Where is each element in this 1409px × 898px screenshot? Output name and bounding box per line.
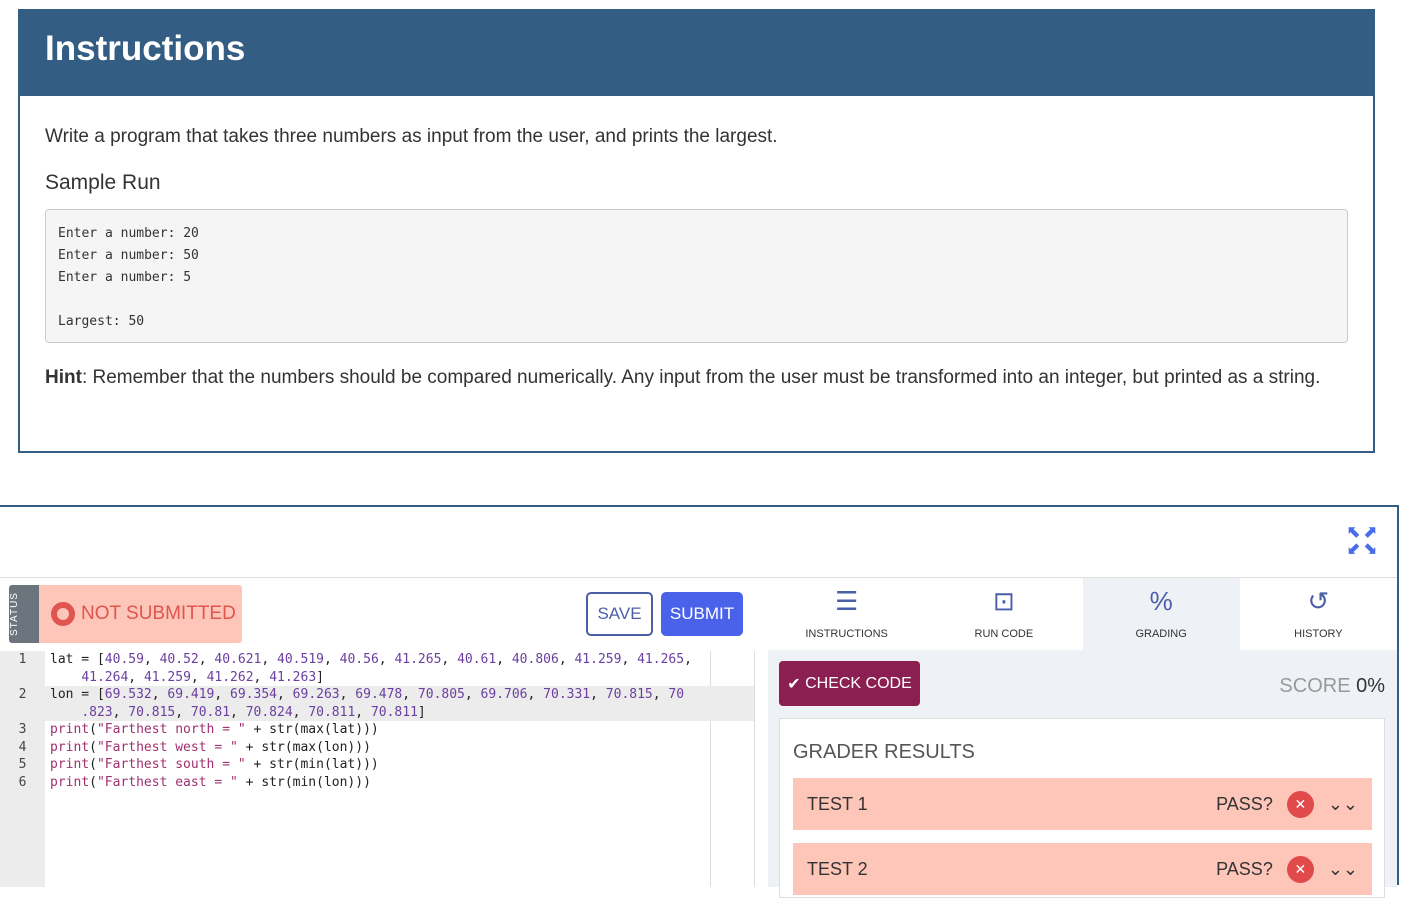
code-line[interactable]: 1 lat = [40.59, 40.52, 40.621, 40.519, 40…: [0, 651, 754, 686]
sample-run-output: Enter a number: 20 Enter a number: 50 En…: [45, 209, 1348, 343]
test-name: TEST 1: [807, 793, 868, 814]
status-badge: STATUS NOT SUBMITTED: [9, 585, 242, 643]
line-number: 6: [18, 774, 27, 790]
line-number: 1: [18, 652, 27, 667]
chevron-down-icon[interactable]: ⌄⌄: [1328, 859, 1358, 880]
history-icon: ↺: [1307, 586, 1330, 616]
hint-label: Hint: [45, 367, 82, 388]
score-label: SCORE: [1279, 675, 1351, 697]
grading-panel: ✔ CHECK CODE SCORE 0% GRADER RESULTS TES…: [768, 650, 1397, 898]
tab-label: GRADING: [1135, 628, 1187, 640]
instructions-panel: Instructions Write a program that takes …: [18, 9, 1375, 453]
code-line[interactable]: 4 print("Farthest west = " + str(max(lon)…: [0, 739, 754, 757]
tab-label: RUN CODE: [974, 628, 1034, 640]
code-line[interactable]: 3 print("Farthest north = " + str(max(lat…: [0, 721, 754, 739]
tab-grading[interactable]: % GRADING: [1082, 578, 1240, 650]
hint: Hint: Remember that the numbers should b…: [45, 361, 1335, 394]
tab-label: HISTORY: [1294, 628, 1343, 640]
check-icon: ✔: [787, 675, 806, 693]
status-circle-icon: [51, 602, 75, 626]
test-name: TEST 2: [807, 858, 868, 879]
tab-history[interactable]: ↺ HISTORY: [1240, 578, 1397, 650]
fail-icon: ✕: [1286, 855, 1314, 883]
terminal-icon: ⊡: [992, 586, 1015, 616]
side-tabs: ☰ INSTRUCTIONS ⊡ RUN CODE % GRADING ↺ HISTOR…: [768, 578, 1397, 650]
line-number: 4: [18, 739, 27, 755]
test-row[interactable]: TEST 1 PASS? ✕ ⌄⌄: [793, 778, 1372, 830]
pass-label: PASS?: [1216, 858, 1273, 879]
test-row[interactable]: TEST 2 PASS? ✕ ⌄⌄: [793, 843, 1372, 895]
hint-text: : Remember that the numbers should be co…: [81, 367, 1321, 388]
check-code-label: CHECK CODE: [805, 674, 912, 692]
grader-results: GRADER RESULTS TEST 1 PASS? ✕ ⌄⌄ TEST 2 PASS…: [779, 718, 1385, 898]
ide-topbar: ⬉ ⬈ ⬋ ⬊: [0, 507, 1397, 578]
status-text: NOT SUBMITTED: [81, 603, 236, 624]
instructions-description: Write a program that takes three numbers…: [45, 126, 778, 147]
status-tag: STATUS: [9, 585, 39, 643]
fail-icon: ✕: [1286, 790, 1314, 818]
score-value: 0%: [1356, 675, 1385, 697]
checklist-icon: ☰: [834, 586, 859, 616]
tab-run-code[interactable]: ⊡ RUN CODE: [925, 578, 1082, 650]
ide-panel: ⬉ ⬈ ⬋ ⬊ STATUS NOT SUBMITTED SAVE SUBMIT 1l…: [0, 505, 1399, 898]
code-line[interactable]: 2 lon = [69.532, 69.419, 69.354, 69.263, …: [0, 686, 754, 721]
sample-run-heading: Sample Run: [45, 171, 161, 194]
grader-title: GRADER RESULTS: [793, 741, 975, 763]
line-number: 2: [18, 687, 27, 702]
line-number: 3: [18, 722, 27, 737]
chevron-down-icon[interactable]: ⌄⌄: [1328, 794, 1358, 815]
expand-icon[interactable]: ⬉ ⬈ ⬋ ⬊: [1345, 525, 1379, 559]
tab-label: INSTRUCTIONS: [805, 628, 888, 640]
code-line[interactable]: 5 print("Farthest south = " + str(min(lat…: [0, 756, 754, 774]
percent-badge-icon: %: [1149, 586, 1173, 616]
check-code-button[interactable]: ✔ CHECK CODE: [779, 661, 920, 706]
code-editor[interactable]: 1 lat = [40.59, 40.52, 40.621, 40.519, 40…: [0, 651, 755, 887]
code-line[interactable]: 6 print("Farthest east = " + str(min(lon)…: [0, 774, 754, 792]
submit-button[interactable]: SUBMIT: [661, 592, 743, 636]
line-number: 5: [18, 757, 27, 772]
score: SCORE 0%: [1279, 675, 1385, 698]
tab-instructions[interactable]: ☰ INSTRUCTIONS: [768, 578, 925, 650]
pass-label: PASS?: [1216, 793, 1273, 814]
save-button[interactable]: SAVE: [586, 592, 653, 636]
instructions-title: Instructions: [20, 9, 1373, 96]
